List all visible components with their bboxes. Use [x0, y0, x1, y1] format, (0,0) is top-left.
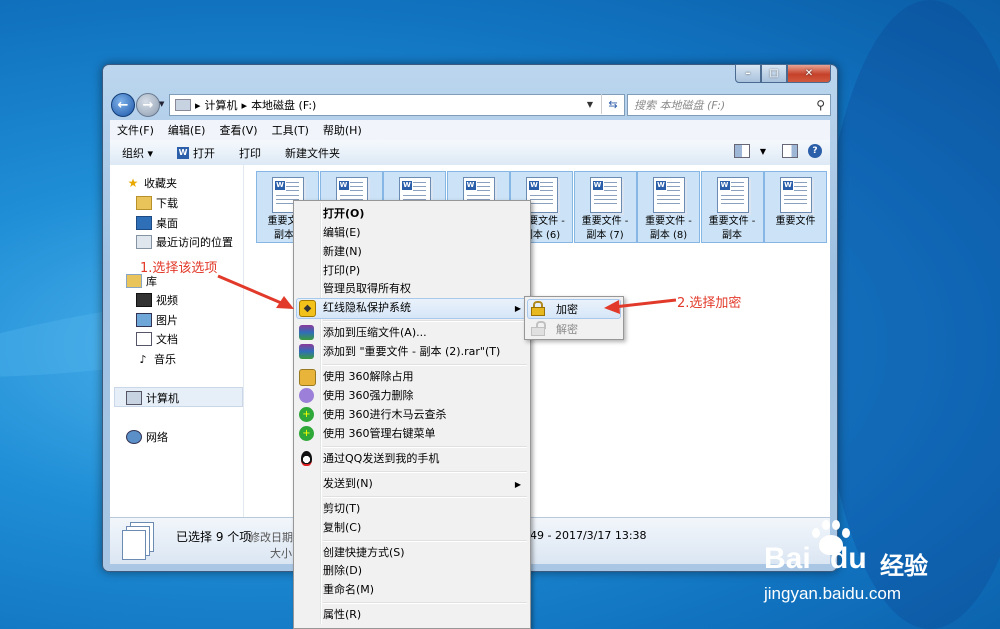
- arrow-to-encrypt-item: [613, 298, 677, 309]
- arrowhead: [604, 300, 620, 314]
- baidu-brand-bai: Bai: [764, 542, 811, 575]
- baidu-brand-du: du: [830, 542, 867, 575]
- jingyan-url: jingyan.baidu.com: [764, 584, 902, 603]
- arrow-to-privacy-item: [217, 274, 287, 307]
- jingyan-label: 经验: [880, 552, 928, 580]
